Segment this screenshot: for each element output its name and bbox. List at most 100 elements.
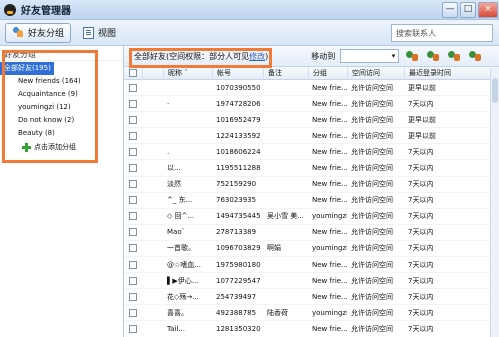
account-cell: 1016952479: [216, 115, 261, 124]
vertical-scrollbar[interactable]: [490, 68, 499, 337]
avatar-cell: [142, 132, 163, 140]
nickname-cell: .: [167, 147, 170, 156]
row-checkbox[interactable]: [129, 115, 137, 124]
avatar-cell: [142, 180, 163, 188]
maximize-button[interactable]: □: [460, 1, 476, 18]
table-row[interactable]: 一首歌。 1096703829 啊娟 youmingzi 允许访问空间 7天以内: [124, 241, 499, 258]
remark-cell: 吴小雪 美...: [267, 212, 304, 221]
row-checkbox[interactable]: [129, 324, 137, 333]
remark-cell: 啊娟: [267, 244, 281, 253]
group-cell: youmingzi: [312, 308, 347, 317]
friend-groups-button[interactable]: 好友分组: [5, 22, 72, 43]
table-row[interactable]: 花◇殇→... 254739497 New frie... 允许访问空间 7天以…: [124, 289, 499, 306]
account-cell: 1077229547: [216, 276, 261, 285]
space-access-cell: 允许访问空间: [351, 212, 393, 221]
group-cell: New frie...: [312, 228, 347, 237]
group-list: 全部好友(195) New friends (164) Acquaintance…: [0, 62, 123, 140]
nickname-cell: @☆嗜血...: [167, 260, 201, 269]
space-access-cell: 允许访问空间: [351, 180, 393, 189]
row-checkbox-cell: [124, 147, 142, 156]
table-row[interactable]: . 1018606224 New frie... 允许访问空间 7天以内: [124, 144, 499, 161]
table-row[interactable]: ▌▶伊心... 1077229547 New frie... 允许访问空间 7天…: [124, 273, 499, 290]
friends-table: 1070390550 New frie... 允许访问空间 更早以前 · 197…: [124, 80, 499, 337]
table-row[interactable]: ◇ 回^... 1494735445 吴小雪 美... youmingzi 允许…: [124, 209, 499, 225]
nickname-cell: ◇ 回^...: [167, 212, 195, 221]
avatar-cell: [142, 293, 163, 301]
view-button[interactable]: 视图: [76, 23, 123, 43]
account-cell: 1018606224: [216, 147, 261, 156]
row-checkbox[interactable]: [129, 180, 137, 189]
last-login-cell: 更早以前: [408, 115, 436, 124]
group-item-youmingzi[interactable]: youmingzi (12): [0, 101, 123, 114]
table-row[interactable]: · 1974728206 New frie... 允许访问空间 7天以内: [124, 96, 499, 113]
row-checkbox-cell: [124, 292, 142, 301]
row-checkbox-cell: [124, 180, 142, 189]
row-checkbox[interactable]: [129, 260, 137, 269]
space-permission-text: 全部好友(空间权限：部分人可见修改): [134, 51, 268, 62]
row-checkbox[interactable]: [129, 164, 137, 173]
space-access-cell: 允许访问空间: [351, 164, 393, 173]
nickname-column-header[interactable]: 昵称 ˆ: [163, 66, 212, 80]
close-button[interactable]: ×: [478, 1, 498, 18]
group-cell: New frie...: [312, 324, 347, 333]
group-item-acquaintance[interactable]: Acquaintance (9): [0, 88, 123, 101]
row-checkbox[interactable]: [129, 99, 137, 108]
row-checkbox[interactable]: [129, 276, 137, 285]
group-column-header[interactable]: 分组: [308, 66, 347, 80]
table-row[interactable]: 1016952479 New frie... 允许访问空间 更早以前: [124, 112, 499, 129]
table-row[interactable]: 淡然 752159290 New frie... 允许访问空间 7天以内: [124, 177, 499, 193]
scroll-thumb[interactable]: [492, 78, 498, 103]
add-friend-icon[interactable]: [426, 50, 441, 63]
move-friends-icon[interactable]: [405, 50, 420, 63]
group-item-all[interactable]: 全部好友(195): [0, 62, 54, 75]
row-checkbox[interactable]: [129, 83, 137, 92]
avatar-cell: [142, 148, 163, 156]
row-checkbox[interactable]: [129, 131, 137, 140]
account-cell: 752159290: [216, 180, 257, 189]
table-row[interactable]: 1070390550 New frie... 允许访问空间 更早以前: [124, 80, 499, 97]
table-row[interactable]: Mao` 278713389 New frie... 允许访问空间 7天以内: [124, 225, 499, 241]
space-access-cell: 允许访问空间: [351, 228, 393, 237]
table-row[interactable]: 以... 1195511288 New frie... 允许访问空间 7天以内: [124, 160, 499, 177]
move-to-select[interactable]: ▾: [340, 49, 400, 63]
minimize-button[interactable]: —: [442, 1, 458, 18]
last-login-cell: 7天以内: [408, 324, 434, 333]
table-row[interactable]: @☆嗜血... 1975980180 New frie... 允许访问空间 7天…: [124, 257, 499, 274]
remark-column-header[interactable]: 备注: [263, 66, 308, 80]
row-checkbox[interactable]: [129, 244, 137, 253]
row-checkbox[interactable]: [129, 147, 137, 156]
table-row[interactable]: ^_ 东... 763023935 New frie... 允许访问空间 7天以…: [124, 193, 499, 209]
space-access-column-header[interactable]: 空间访问: [347, 66, 404, 80]
group-cell: New frie...: [312, 99, 347, 108]
table-row[interactable]: Tail... 1281350320 New frie... 允许访问空间 7天…: [124, 321, 499, 337]
delete-friend-icon[interactable]: [468, 50, 483, 63]
nickname-cell: ▌▶伊心...: [167, 276, 199, 285]
row-checkbox[interactable]: [129, 228, 137, 237]
group-cell: New frie...: [312, 180, 347, 189]
row-checkbox[interactable]: [129, 212, 137, 221]
account-cell: 254739497: [216, 292, 257, 301]
group-item-beauty[interactable]: Beauty (8): [0, 127, 123, 140]
table-row[interactable]: 喜喜。 492388785 陆香荷 youmingzi 允许访问空间 7天以内: [124, 305, 499, 322]
last-login-cell: 7天以内: [408, 180, 434, 189]
row-checkbox[interactable]: [129, 308, 137, 317]
row-checkbox[interactable]: [129, 292, 137, 301]
add-group-label: 点击添加分组: [34, 143, 76, 151]
group-item-new-friends[interactable]: New friends (164): [0, 75, 123, 88]
plus-icon: [22, 142, 31, 152]
account-column-header[interactable]: 帐号: [212, 66, 263, 80]
select-all-checkbox[interactable]: [129, 69, 137, 77]
edit-permission-link[interactable]: 修改: [249, 52, 265, 61]
last-login-column-header[interactable]: 最近登录时间: [404, 66, 484, 80]
search-input[interactable]: 搜索联系人: [391, 23, 493, 42]
last-login-cell: 7天以内: [408, 292, 434, 301]
add-group-button[interactable]: 点击添加分组: [0, 140, 123, 154]
row-checkbox-cell: [124, 99, 142, 108]
row-checkbox-cell: [124, 228, 142, 237]
table-row[interactable]: 1224133592 New frie... 允许访问空间 更早以前: [124, 128, 499, 145]
account-cell: 278713389: [216, 228, 257, 237]
group-item-do-not-know[interactable]: Do not know (2): [0, 114, 123, 127]
friend-settings-icon[interactable]: [447, 50, 462, 63]
account-cell: 1096703829: [216, 244, 261, 253]
row-checkbox[interactable]: [129, 196, 137, 205]
